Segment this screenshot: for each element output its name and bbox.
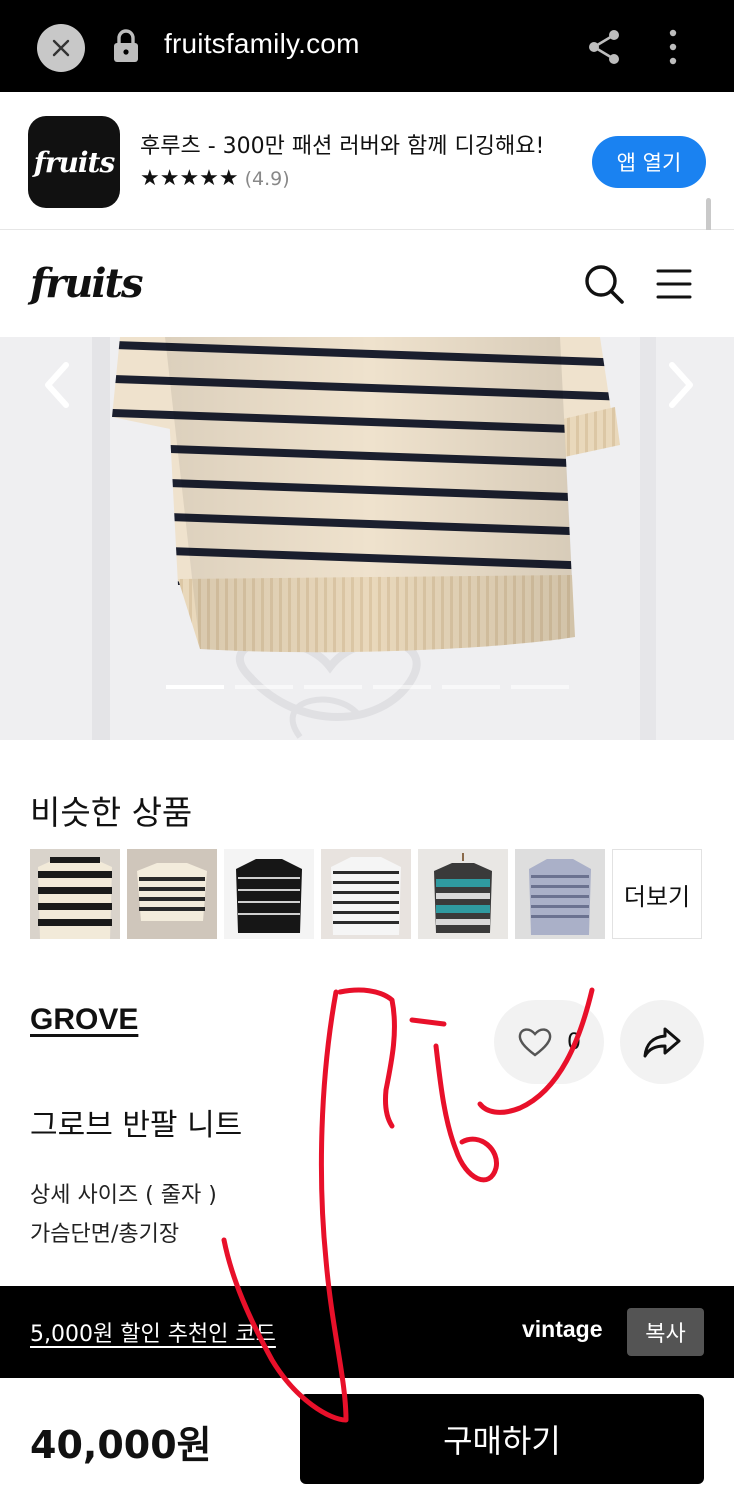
share-button[interactable] [620,1000,704,1084]
product-price: 40,000원 [30,1423,212,1467]
more-vert-icon[interactable] [660,28,686,66]
slide-dot[interactable] [511,685,569,689]
app-rating: ★★★★★ (4.9) [140,166,290,191]
referral-code: vintage [522,1316,603,1342]
app-install-banner: fruits 후루츠 - 300만 패션 러버와 함께 디깅해요! ★★★★★(… [0,92,734,230]
like-count: 0 [567,1029,581,1055]
close-icon [52,39,70,57]
slide-dot[interactable] [304,685,362,689]
url-text[interactable]: fruitsfamily.com [164,28,360,60]
similar-items-list: 더보기 [30,849,702,939]
brand-link[interactable]: GROVE [30,1003,138,1037]
lock-icon [114,29,138,62]
menu-icon[interactable] [654,266,694,302]
similar-item-thumbnail[interactable] [515,849,605,939]
slide-dot[interactable] [373,685,431,689]
similar-item-thumbnail[interactable] [321,849,411,939]
chevron-right-icon[interactable] [660,355,700,415]
slide-indicator [166,685,569,689]
product-description-line: 상세 사이즈 ( 줄자 ) [30,1183,217,1208]
product-photo [0,337,734,740]
app-icon[interactable]: fruits [28,116,120,208]
product-image-gallery[interactable] [0,337,734,740]
browser-url-bar: fruitsfamily.com [0,0,734,92]
referral-promo-link[interactable]: 5,000원 할인 추천인 코드 [30,1316,276,1348]
share-arrow-icon [643,1027,681,1058]
more-similar-button[interactable]: 더보기 [612,849,702,939]
buy-button[interactable]: 구매하기 [300,1394,704,1484]
referral-promo-bar: 5,000원 할인 추천인 코드 vintage 복사 [0,1286,734,1378]
slide-dot[interactable] [235,685,293,689]
similar-item-thumbnail[interactable] [418,849,508,939]
chevron-left-icon[interactable] [38,355,78,415]
slide-dot[interactable] [442,685,500,689]
slide-dot[interactable] [166,685,224,689]
purchase-bar: 40,000원 구매하기 [0,1378,734,1500]
search-icon[interactable] [582,262,626,306]
product-description-line: 가슴단면/총기장 [30,1222,180,1247]
similar-items-title: 비슷한 상품 [30,793,193,832]
similar-item-thumbnail[interactable] [127,849,217,939]
close-tab-button[interactable] [37,24,85,72]
site-header: fruits [0,230,734,337]
product-name: 그로브 반팔 니트 [30,1108,243,1143]
similar-item-thumbnail[interactable] [30,849,120,939]
rating-score: (4.9) [244,168,290,190]
app-banner-title: 후루츠 - 300만 패션 러버와 함께 디깅해요! [140,134,545,159]
copy-code-button[interactable]: 복사 [627,1308,704,1356]
like-button[interactable]: 0 [494,1000,604,1084]
open-app-button[interactable]: 앱 열기 [592,136,706,188]
site-logo[interactable]: fruits [30,260,144,307]
star-rating-icon: ★★★★★ [140,166,239,191]
similar-item-thumbnail[interactable] [224,849,314,939]
share-icon[interactable] [586,28,622,66]
heart-icon [518,1028,552,1057]
